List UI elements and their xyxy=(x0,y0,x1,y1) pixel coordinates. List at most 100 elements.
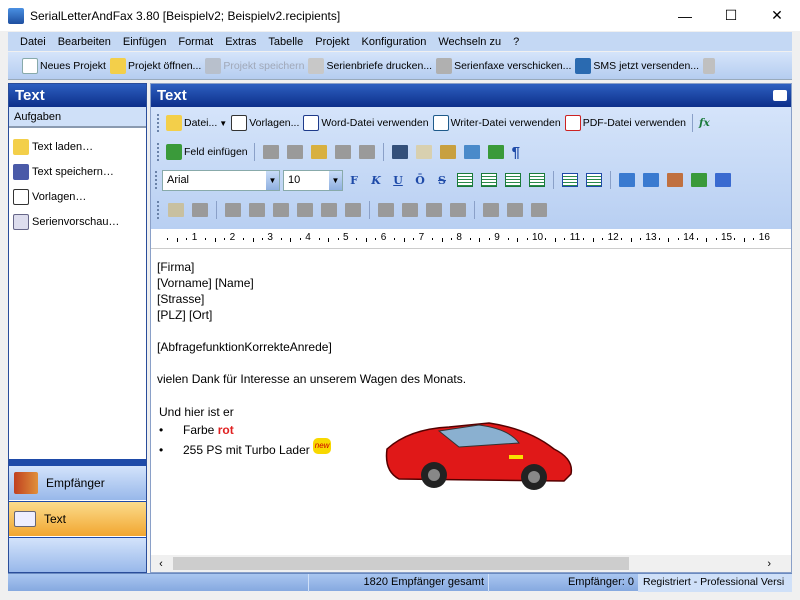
bullet-list-icon[interactable] xyxy=(562,173,578,187)
italic-button[interactable]: K xyxy=(365,174,387,187)
toolbar-grip[interactable] xyxy=(157,114,160,132)
status-license: Registriert - Professional Versi xyxy=(639,574,792,592)
copy-icon[interactable] xyxy=(286,145,303,159)
ruler[interactable]: 1 2 3 4 5 6 7 8 9 10 11 12 13 14 15 16 xyxy=(151,229,791,249)
text-style-icon[interactable] xyxy=(691,173,707,187)
table-icon[interactable] xyxy=(415,145,432,159)
toolbar-grip[interactable] xyxy=(157,143,160,161)
link-icon[interactable] xyxy=(439,145,456,159)
strike-button[interactable]: S xyxy=(431,174,453,187)
menu-bearbeiten[interactable]: Bearbeiten xyxy=(52,36,117,48)
menu-format[interactable]: Format xyxy=(172,36,219,48)
delete-col-icon[interactable] xyxy=(345,203,361,217)
title-bar: SerialLetterAndFax 3.80 [Beispielv2; Bei… xyxy=(0,0,800,31)
nav-text[interactable]: Text xyxy=(9,501,146,536)
scroll-thumb[interactable] xyxy=(173,557,629,570)
delete-row-icon[interactable] xyxy=(321,203,337,217)
new-project-button[interactable]: Neues Projekt xyxy=(20,57,108,74)
insert-table-icon[interactable] xyxy=(168,203,184,217)
menu-extras[interactable]: Extras xyxy=(219,36,262,48)
close-button[interactable]: ✕ xyxy=(754,0,800,31)
cut-icon[interactable] xyxy=(262,145,279,159)
undo-icon[interactable] xyxy=(334,145,351,159)
spellcheck-icon[interactable] xyxy=(487,145,504,159)
templates-button[interactable]: Vorlagen... xyxy=(229,115,301,131)
formula-button[interactable]: fx xyxy=(697,117,712,129)
status-recipients: Empfänger: 0 xyxy=(489,574,639,592)
task-templates[interactable]: Vorlagen… xyxy=(9,184,146,209)
ruler-label: 5 xyxy=(343,232,349,243)
cell-borders-icon[interactable] xyxy=(426,203,442,217)
menu-tabelle[interactable]: Tabelle xyxy=(262,36,309,48)
menu-projekt[interactable]: Projekt xyxy=(309,36,355,48)
color-icon[interactable] xyxy=(667,173,683,187)
ruler-tick xyxy=(706,238,708,242)
label: Text laden… xyxy=(32,140,94,153)
align-center-icon[interactable] xyxy=(481,173,497,187)
toolbar-grip[interactable] xyxy=(157,201,160,219)
font-select[interactable]: Arial ▼ xyxy=(162,169,280,191)
insert-col-left-icon[interactable] xyxy=(273,203,289,217)
overflow-button[interactable] xyxy=(701,57,717,74)
document-body[interactable]: [Firma] [Vorname] [Name] [Strasse] [PLZ]… xyxy=(157,259,777,490)
image-icon[interactable] xyxy=(463,145,480,159)
table-props-icon[interactable] xyxy=(192,203,208,217)
select-row-icon[interactable] xyxy=(507,203,523,217)
print-letters-button[interactable]: Serienbriefe drucken... xyxy=(306,57,434,74)
merge-cells-icon[interactable] xyxy=(378,203,394,217)
overline-button[interactable]: Ō xyxy=(409,174,431,187)
indent-icon[interactable] xyxy=(643,173,659,187)
file-menu-button[interactable]: Datei... ▼ xyxy=(164,115,229,131)
task-load-text[interactable]: Text laden… xyxy=(9,134,146,159)
menu-help[interactable]: ? xyxy=(507,36,525,48)
cell-fill-icon[interactable] xyxy=(450,203,466,217)
split-cells-icon[interactable] xyxy=(402,203,418,217)
select-col-icon[interactable] xyxy=(483,203,499,217)
paste-icon[interactable] xyxy=(310,145,327,159)
ruler-label: 6 xyxy=(380,232,387,243)
save-project-button[interactable]: Projekt speichern xyxy=(203,57,306,74)
ruler-label: 1 xyxy=(191,232,198,243)
label: Serienbriefe drucken... xyxy=(326,59,433,72)
word-file-button[interactable]: Word-Datei verwenden xyxy=(301,115,430,131)
toolbar-grip[interactable] xyxy=(155,171,158,189)
scroll-left-icon[interactable]: ‹ xyxy=(151,558,171,570)
task-preview[interactable]: Serienvorschau… xyxy=(9,209,146,234)
scroll-right-icon[interactable]: › xyxy=(767,558,771,570)
select-table-icon[interactable] xyxy=(531,203,547,217)
send-sms-button[interactable]: SMS jetzt versenden... xyxy=(573,57,701,74)
send-fax-button[interactable]: Serienfaxe verschicken... xyxy=(434,57,573,74)
size-select[interactable]: 10 ▼ xyxy=(283,169,343,191)
redo-icon[interactable] xyxy=(358,145,375,159)
insert-row-above-icon[interactable] xyxy=(225,203,241,217)
nav-recipients[interactable]: Empfänger xyxy=(9,465,146,500)
task-save-text[interactable]: Text speichern… xyxy=(9,159,146,184)
writer-file-button[interactable]: Writer-Datei verwenden xyxy=(431,115,563,131)
open-project-button[interactable]: Projekt öffnen... xyxy=(108,57,203,74)
justify-icon[interactable] xyxy=(529,173,545,187)
pdf-file-button[interactable]: PDF-Datei verwenden xyxy=(563,115,688,131)
pilcrow-icon[interactable]: ¶ xyxy=(512,144,520,161)
underline-button[interactable]: U xyxy=(387,174,409,187)
horizontal-scrollbar[interactable]: ‹ › xyxy=(151,555,791,572)
folder-open-icon xyxy=(109,57,126,74)
left-panel: Text Aufgaben Text laden… Text speichern… xyxy=(8,83,147,573)
outdent-icon[interactable] xyxy=(619,173,635,187)
pen-icon[interactable] xyxy=(715,173,731,187)
menu-konfiguration[interactable]: Konfiguration xyxy=(355,36,432,48)
maximize-button[interactable]: ☐ xyxy=(708,0,754,31)
insert-field-button[interactable]: Feld einfügen xyxy=(164,144,250,160)
align-right-icon[interactable] xyxy=(505,173,521,187)
insert-row-below-icon[interactable] xyxy=(249,203,265,217)
find-icon[interactable] xyxy=(391,145,408,159)
menu-wechseln-zu[interactable]: Wechseln zu xyxy=(432,36,507,48)
minimize-button[interactable]: — xyxy=(662,0,708,31)
menu-einfuegen[interactable]: Einfügen xyxy=(117,36,172,48)
align-left-icon[interactable] xyxy=(457,173,473,187)
bold-button[interactable]: F xyxy=(343,174,365,187)
insert-col-right-icon[interactable] xyxy=(297,203,313,217)
menu-datei[interactable]: Datei xyxy=(14,36,52,48)
ruler-label: 16 xyxy=(758,232,770,243)
numbered-list-icon[interactable] xyxy=(586,173,602,187)
ruler-tick xyxy=(592,238,594,242)
